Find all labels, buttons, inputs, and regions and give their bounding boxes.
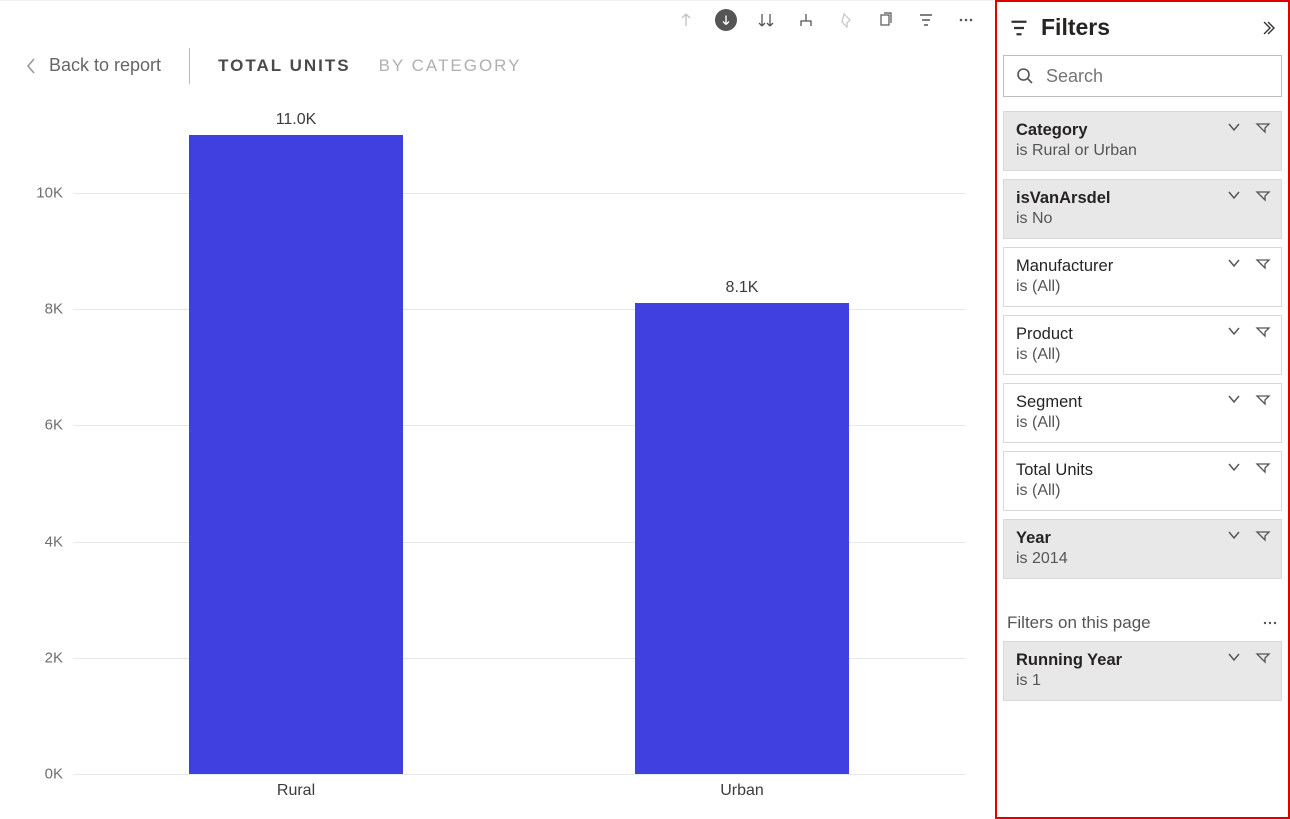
filter-card-value: is 1 (1016, 672, 1269, 690)
filters-title: Filters (1041, 14, 1248, 41)
filter-card-total-units[interactable]: Total Unitsis (All) (1003, 451, 1282, 511)
filters-search-input[interactable] (1046, 66, 1278, 87)
x-tick-label: Rural (277, 774, 315, 800)
bar-value-label: 11.0K (276, 111, 317, 129)
filter-card-product[interactable]: Productis (All) (1003, 315, 1282, 375)
filter-card-icons (1227, 530, 1271, 544)
copy-icon[interactable] (875, 9, 897, 31)
filter-card-value: is (All) (1016, 346, 1269, 364)
expand-all-icon[interactable] (795, 9, 817, 31)
bar-urban[interactable] (635, 303, 849, 774)
filter-card-icons (1227, 462, 1271, 476)
chevron-down-icon[interactable] (1227, 652, 1241, 666)
clear-filter-icon[interactable] (1255, 394, 1271, 408)
clear-filter-icon[interactable] (1255, 530, 1271, 544)
filter-card-icons (1227, 326, 1271, 340)
filter-card-icons (1227, 394, 1271, 408)
filter-card-isvanarsdel[interactable]: isVanArsdelis No (1003, 179, 1282, 239)
bar-rural[interactable] (189, 135, 403, 774)
visual-toolbar (0, 0, 995, 38)
chevron-down-icon[interactable] (1227, 530, 1241, 544)
filter-card-value: is (All) (1016, 414, 1269, 432)
y-tick-label: 4K (45, 533, 73, 550)
page-filters-more-icon[interactable] (1262, 620, 1278, 626)
y-tick-label: 6K (45, 417, 73, 434)
plot-area: 0K2K4K6K8K10K11.0KRural8.1KUrban (73, 123, 965, 774)
filter-card-value: is (All) (1016, 278, 1269, 296)
filter-card-value: is (All) (1016, 482, 1269, 500)
page-filters-section-header: Filters on this page (1003, 613, 1282, 641)
filter-card-category[interactable]: Categoryis Rural or Urban (1003, 111, 1282, 171)
visual-filter-cards: Categoryis Rural or Urban isVanArsdelis N… (1003, 111, 1282, 579)
bar-chart: 0K 2K 4K 6K 8K 10K 11.0K Rural 8.1K Urban (8, 103, 985, 809)
tab-total-units[interactable]: TOTAL UNITS (218, 56, 351, 76)
back-label: Back to report (49, 55, 161, 76)
filter-card-value: is 2014 (1016, 550, 1269, 568)
gridline (73, 774, 965, 775)
drill-nav-row: Back to report TOTAL UNITS BY CATEGORY (0, 38, 995, 93)
drill-down-on-icon[interactable] (715, 9, 737, 31)
tab-by-category[interactable]: BY CATEGORY (379, 56, 522, 76)
filter-card-icons (1227, 190, 1271, 204)
filters-icon (1009, 18, 1029, 38)
bar-value-label: 8.1K (726, 279, 759, 297)
y-tick-label: 10K (36, 184, 73, 201)
filter-card-manufacturer[interactable]: Manufactureris (All) (1003, 247, 1282, 307)
pin-icon (835, 9, 857, 31)
chevron-down-icon[interactable] (1227, 394, 1241, 408)
collapse-pane-button[interactable] (1260, 20, 1276, 36)
main-panel: Back to report TOTAL UNITS BY CATEGORY 0K… (0, 0, 995, 819)
more-options-icon[interactable] (955, 9, 977, 31)
filter-card-running-year[interactable]: Running Yearis 1 (1003, 641, 1282, 701)
clear-filter-icon[interactable] (1255, 462, 1271, 476)
chevron-down-icon[interactable] (1227, 326, 1241, 340)
search-icon (1016, 67, 1034, 85)
chevron-left-icon (25, 57, 37, 75)
filter-card-year[interactable]: Yearis 2014 (1003, 519, 1282, 579)
filter-card-icons (1227, 258, 1271, 272)
chevron-down-icon[interactable] (1227, 462, 1241, 476)
back-to-report-button[interactable]: Back to report (25, 55, 161, 76)
filter-card-icons (1227, 122, 1271, 136)
y-tick-label: 8K (45, 301, 73, 318)
y-tick-label: 0K (45, 766, 73, 783)
filter-card-icons (1227, 652, 1271, 666)
clear-filter-icon[interactable] (1255, 652, 1271, 666)
clear-filter-icon[interactable] (1255, 258, 1271, 272)
filters-header: Filters (1003, 8, 1282, 55)
filter-card-value: is Rural or Urban (1016, 142, 1269, 160)
chevron-down-icon[interactable] (1227, 190, 1241, 204)
clear-filter-icon[interactable] (1255, 122, 1271, 136)
x-tick-label: Urban (720, 774, 764, 800)
filter-card-value: is No (1016, 210, 1269, 228)
filter-icon[interactable] (915, 9, 937, 31)
y-tick-label: 2K (45, 649, 73, 666)
expand-down-icon[interactable] (755, 9, 777, 31)
vertical-separator (189, 48, 190, 84)
page-filters-label: Filters on this page (1007, 613, 1262, 633)
clear-filter-icon[interactable] (1255, 190, 1271, 204)
drill-tabs: TOTAL UNITS BY CATEGORY (218, 56, 521, 76)
chevron-down-icon[interactable] (1227, 258, 1241, 272)
clear-filter-icon[interactable] (1255, 326, 1271, 340)
page-filter-cards: Running Yearis 1 (1003, 641, 1282, 701)
filters-pane: Filters Categoryis Rural or Urban isVanAr… (995, 0, 1290, 819)
chevron-down-icon[interactable] (1227, 122, 1241, 136)
filter-card-segment[interactable]: Segmentis (All) (1003, 383, 1282, 443)
filters-search-box[interactable] (1003, 55, 1282, 97)
arrow-up-icon (675, 9, 697, 31)
